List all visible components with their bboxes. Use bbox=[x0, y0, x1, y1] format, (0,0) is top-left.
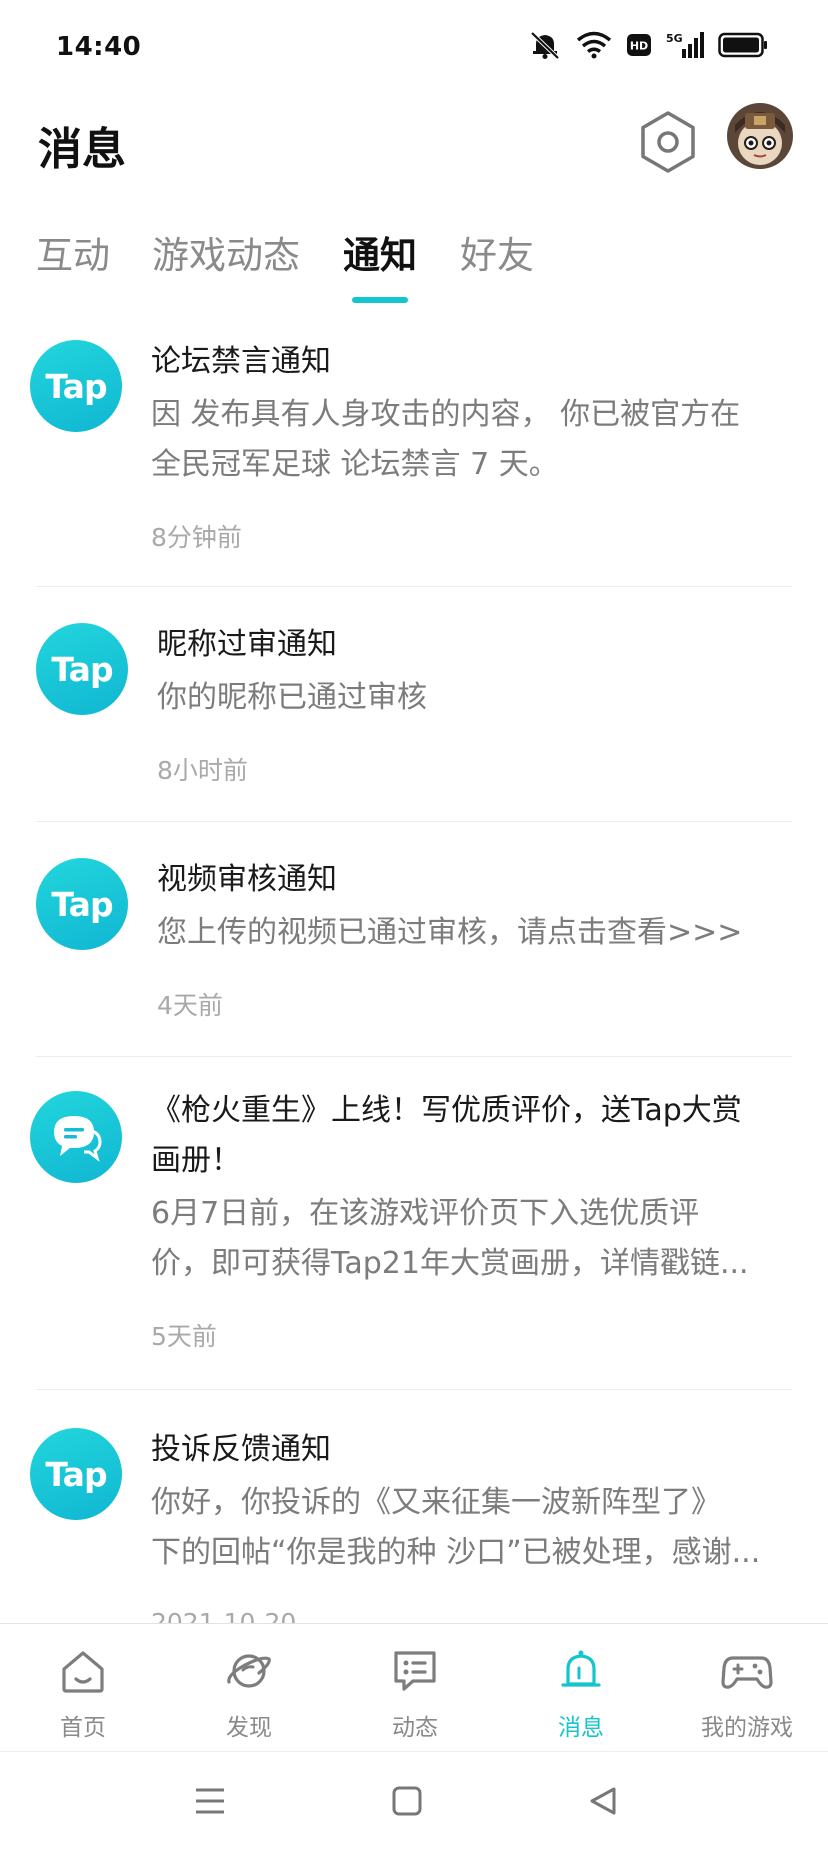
nav-home[interactable]: 首页 bbox=[0, 1624, 166, 1752]
tap-logo-icon: Tap bbox=[36, 858, 128, 950]
notification-body-line: 你的昵称已通过审核 bbox=[157, 680, 427, 715]
nav-discover[interactable]: 发现 bbox=[166, 1624, 332, 1752]
notification-body-line: 下的回帖“你是我的种 沙口”已被处理，感谢... bbox=[151, 1535, 761, 1570]
notification-body-line: 您上传的视频已通过审核，请点击查看>>> bbox=[157, 915, 743, 950]
notification-item[interactable]: Tap 投诉反馈通知 你好，你投诉的《又来征集一波新阵型了》 下的回帖“你是我的… bbox=[0, 1390, 828, 1623]
back-triangle-icon[interactable] bbox=[588, 1786, 618, 1816]
settings-button[interactable] bbox=[638, 109, 698, 175]
notification-body-line: 全民冠军足球 论坛禁言 7 天。 bbox=[151, 447, 559, 482]
system-nav-bar bbox=[0, 1751, 828, 1851]
notification-body-line: 你好，你投诉的《又来征集一波新阵型了》 bbox=[151, 1485, 721, 1520]
home-icon bbox=[62, 1651, 104, 1693]
header: 消息 bbox=[0, 95, 828, 195]
hd-icon: HD bbox=[627, 34, 651, 56]
tab-game-news[interactable]: 游戏动态 bbox=[152, 225, 300, 279]
menu-icon[interactable] bbox=[194, 1786, 226, 1816]
notification-item[interactable]: Tap 视频审核通知 您上传的视频已通过审核，请点击查看>>> 4天前 bbox=[0, 822, 828, 1056]
notification-item[interactable]: 《枪火重生》上线！写优质评价，送Tap大赏 画册！ 6月7日前，在该游戏评价页下… bbox=[0, 1057, 828, 1389]
notification-item[interactable]: Tap 昵称过审通知 你的昵称已通过审核 8小时前 bbox=[0, 587, 828, 821]
page-title: 消息 bbox=[38, 124, 126, 175]
notification-time: 5天前 bbox=[151, 1322, 217, 1351]
nav-label: 我的游戏 bbox=[701, 1715, 793, 1741]
battery-icon bbox=[718, 32, 767, 58]
home-square-icon[interactable] bbox=[392, 1786, 422, 1816]
nav-label: 消息 bbox=[558, 1715, 604, 1741]
notification-time: 2021-10-20 bbox=[151, 1608, 297, 1623]
signal-5g-icon: 5G bbox=[666, 32, 704, 58]
notification-body-line: 因 发布具有人身攻击的内容， 你已被官方在 bbox=[151, 397, 741, 432]
notification-list: Tap 论坛禁言通知 因 发布具有人身攻击的内容， 你已被官方在 全民冠军足球 … bbox=[0, 318, 828, 1623]
avatar-image bbox=[727, 103, 793, 169]
tab-notifications[interactable]: 通知 bbox=[343, 225, 417, 279]
nav-feed[interactable]: 动态 bbox=[332, 1624, 498, 1752]
notification-title: 视频审核通知 bbox=[157, 862, 337, 897]
nav-messages[interactable]: 消息 bbox=[498, 1624, 664, 1752]
gamepad-icon bbox=[721, 1656, 773, 1689]
notification-title: 投诉反馈通知 bbox=[151, 1432, 331, 1467]
bell-icon bbox=[561, 1650, 601, 1687]
notification-body-line: 价，即可获得Tap21年大赏画册，详情戳链... bbox=[151, 1246, 749, 1281]
user-avatar[interactable] bbox=[727, 103, 793, 169]
chat-bubble-icon bbox=[30, 1091, 122, 1183]
planet-icon bbox=[227, 1654, 271, 1688]
chat-bubble-glyph bbox=[54, 1116, 102, 1162]
notification-title-line: 画册！ bbox=[151, 1143, 241, 1178]
nav-label: 动态 bbox=[392, 1715, 438, 1741]
svg-text:HD: HD bbox=[630, 40, 648, 53]
settings-hexagon-icon bbox=[641, 111, 695, 173]
tap-logo-icon: Tap bbox=[30, 340, 122, 432]
nav-label: 发现 bbox=[226, 1715, 272, 1741]
status-time: 14:40 bbox=[56, 32, 142, 62]
mute-bell-icon bbox=[530, 31, 560, 60]
notification-title: 昵称过审通知 bbox=[157, 627, 337, 662]
notification-time: 8小时前 bbox=[157, 756, 248, 785]
status-icons: HD 5G bbox=[528, 30, 768, 60]
bottom-nav: 首页 发现 动态 消息 我的游戏 bbox=[0, 1623, 828, 1752]
notification-time: 4天前 bbox=[157, 991, 223, 1020]
notification-item[interactable]: Tap 论坛禁言通知 因 发布具有人身攻击的内容， 你已被官方在 全民冠军足球 … bbox=[0, 318, 828, 586]
nav-label: 首页 bbox=[60, 1715, 106, 1741]
tap-logo-icon: Tap bbox=[36, 623, 128, 715]
active-tab-indicator bbox=[352, 297, 408, 303]
tab-bar: 互动 游戏动态 通知 好友 bbox=[0, 225, 828, 305]
notification-body-line: 6月7日前，在该游戏评价页下入选优质评 bbox=[151, 1196, 700, 1231]
svg-text:5G: 5G bbox=[666, 32, 683, 45]
nav-my-games[interactable]: 我的游戏 bbox=[664, 1624, 828, 1752]
notification-title-line: 《枪火重生》上线！写优质评价，送Tap大赏 bbox=[151, 1093, 742, 1128]
tab-interaction[interactable]: 互动 bbox=[36, 225, 110, 279]
notification-title: 论坛禁言通知 bbox=[151, 344, 331, 379]
notification-time: 8分钟前 bbox=[151, 523, 242, 552]
tab-friends[interactable]: 好友 bbox=[460, 225, 534, 279]
wifi-icon bbox=[576, 31, 612, 59]
tap-logo-icon: Tap bbox=[30, 1428, 122, 1520]
feed-icon bbox=[394, 1651, 436, 1691]
status-bar: 14:40 HD 5G bbox=[0, 0, 828, 95]
